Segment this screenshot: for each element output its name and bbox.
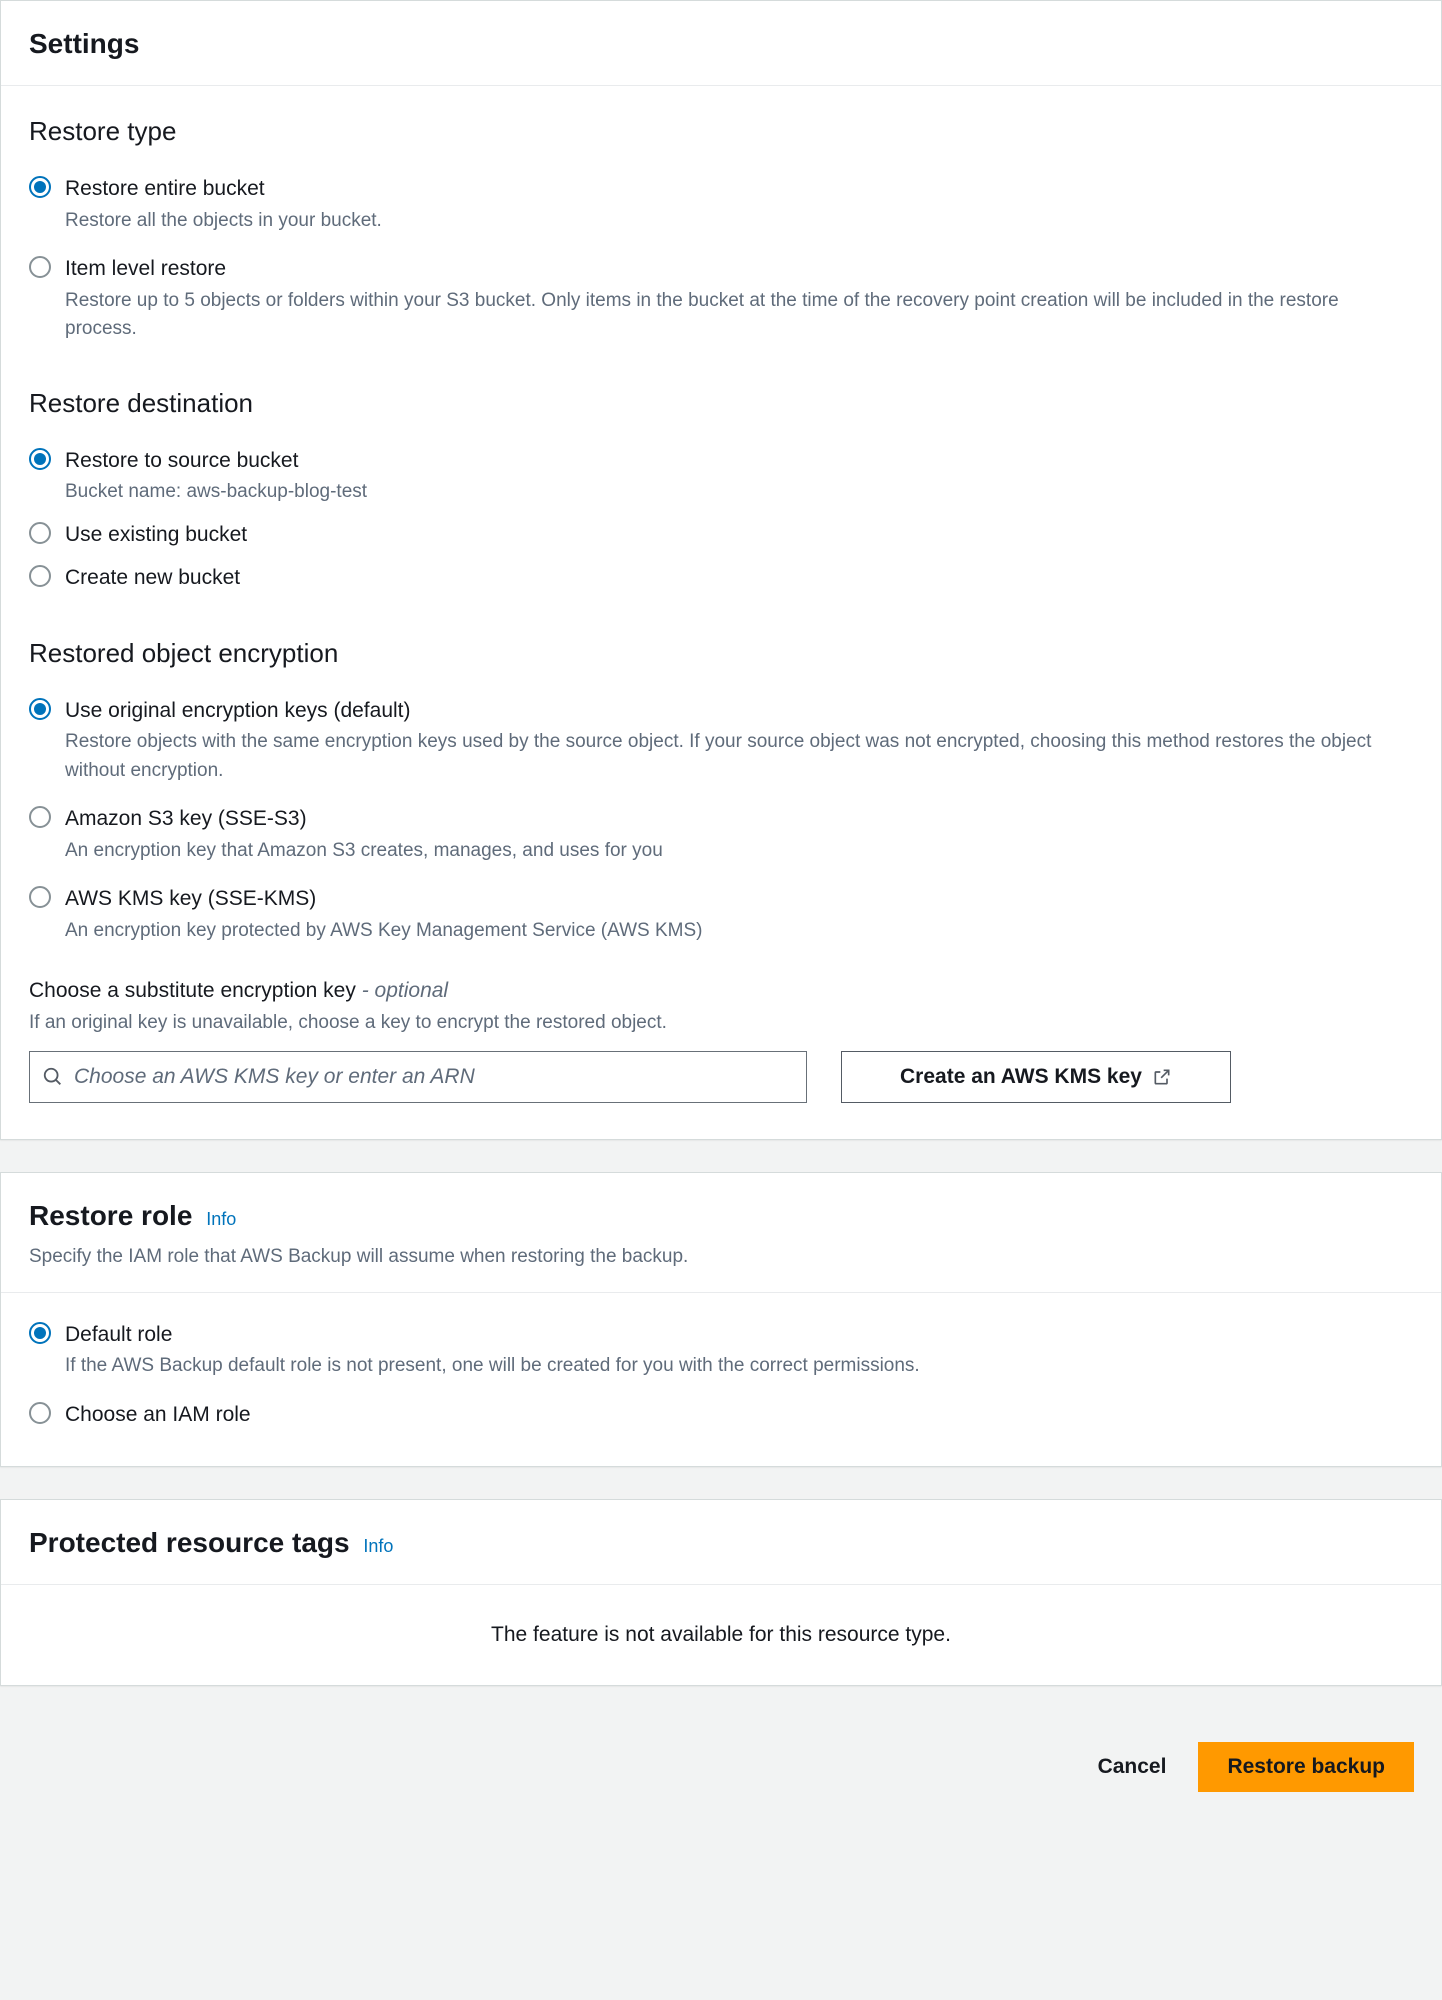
radio-label: Choose an IAM role [65, 1399, 1413, 1431]
radio-icon [29, 448, 51, 470]
radio-icon [29, 176, 51, 198]
radio-icon [29, 1402, 51, 1424]
radio-use-existing-bucket[interactable]: Use existing bucket [29, 519, 1413, 551]
radio-label: Use original encryption keys (default) [65, 695, 1413, 727]
radio-create-new-bucket[interactable]: Create new bucket [29, 562, 1413, 594]
radio-icon [29, 1322, 51, 1344]
kms-key-input-wrap[interactable] [29, 1051, 807, 1103]
radio-restore-to-source-bucket[interactable]: Restore to source bucket Bucket name: aw… [29, 445, 1413, 507]
kms-key-input[interactable] [74, 1065, 794, 1089]
radio-desc: Restore up to 5 objects or folders withi… [65, 287, 1413, 344]
radio-choose-iam-role[interactable]: Choose an IAM role [29, 1399, 1413, 1431]
radio-restore-entire-bucket[interactable]: Restore entire bucket Restore all the ob… [29, 173, 1413, 235]
restore-destination-title: Restore destination [29, 384, 1413, 423]
search-icon [42, 1066, 64, 1088]
tags-not-available: The feature is not available for this re… [1, 1584, 1441, 1685]
external-link-icon [1152, 1067, 1172, 1087]
radio-sse-kms[interactable]: AWS KMS key (SSE-KMS) An encryption key … [29, 883, 1413, 945]
radio-label: Restore to source bucket [65, 445, 1413, 477]
radio-icon [29, 698, 51, 720]
radio-desc: Restore all the objects in your bucket. [65, 207, 1413, 236]
restore-role-panel: Restore role Info Specify the IAM role t… [0, 1172, 1442, 1467]
restore-type-title: Restore type [29, 112, 1413, 151]
create-kms-key-button[interactable]: Create an AWS KMS key [841, 1051, 1231, 1103]
radio-desc: An encryption key that Amazon S3 creates… [65, 837, 1413, 866]
substitute-key-label: Choose a substitute encryption key - opt… [29, 975, 1413, 1007]
restore-role-sub: Specify the IAM role that AWS Backup wil… [29, 1243, 1413, 1272]
tags-header: Protected resource tags Info [1, 1500, 1441, 1584]
settings-panel: Settings Restore type Restore entire buc… [0, 0, 1442, 1140]
radio-label: Restore entire bucket [65, 173, 1413, 205]
radio-sse-s3[interactable]: Amazon S3 key (SSE-S3) An encryption key… [29, 803, 1413, 865]
encryption-group: Use original encryption keys (default) R… [29, 695, 1413, 946]
substitute-key-hint: If an original key is unavailable, choos… [29, 1009, 1413, 1038]
radio-label: Default role [65, 1319, 1413, 1351]
radio-desc: If the AWS Backup default role is not pr… [65, 1352, 1413, 1381]
settings-header: Settings [1, 1, 1441, 86]
restore-role-group: Default role If the AWS Backup default r… [29, 1319, 1413, 1431]
restore-backup-button[interactable]: Restore backup [1198, 1742, 1414, 1792]
encryption-section: Restored object encryption Use original … [29, 634, 1413, 1104]
restore-role-title: Restore role [29, 1200, 192, 1231]
radio-label: Amazon S3 key (SSE-S3) [65, 803, 1413, 835]
tags-title: Protected resource tags [29, 1527, 350, 1558]
restore-type-group: Restore entire bucket Restore all the ob… [29, 173, 1413, 344]
radio-desc: Bucket name: aws-backup-blog-test [65, 478, 1413, 507]
radio-label: Item level restore [65, 253, 1413, 285]
restore-destination-group: Restore to source bucket Bucket name: aw… [29, 445, 1413, 594]
radio-icon [29, 522, 51, 544]
radio-item-level-restore[interactable]: Item level restore Restore up to 5 objec… [29, 253, 1413, 344]
tags-info-link[interactable]: Info [363, 1536, 393, 1556]
settings-title: Settings [29, 28, 139, 59]
restore-role-body: Default role If the AWS Backup default r… [1, 1293, 1441, 1467]
radio-desc: An encryption key protected by AWS Key M… [65, 917, 1413, 946]
substitute-key-row: Create an AWS KMS key [29, 1051, 1413, 1103]
radio-label: Create new bucket [65, 562, 1413, 594]
radio-icon [29, 806, 51, 828]
radio-icon [29, 886, 51, 908]
radio-original-encryption-keys[interactable]: Use original encryption keys (default) R… [29, 695, 1413, 786]
settings-body: Restore type Restore entire bucket Resto… [1, 86, 1441, 1139]
radio-icon [29, 256, 51, 278]
tags-panel: Protected resource tags Info The feature… [0, 1499, 1442, 1686]
cancel-button[interactable]: Cancel [1088, 1743, 1177, 1791]
substitute-key-block: Choose a substitute encryption key - opt… [29, 975, 1413, 1103]
restore-type-section: Restore type Restore entire bucket Resto… [29, 112, 1413, 344]
radio-default-role[interactable]: Default role If the AWS Backup default r… [29, 1319, 1413, 1381]
radio-label: Use existing bucket [65, 519, 1413, 551]
encryption-title: Restored object encryption [29, 634, 1413, 673]
restore-role-info-link[interactable]: Info [206, 1209, 236, 1229]
footer: Cancel Restore backup [0, 1718, 1442, 1802]
restore-role-header: Restore role Info Specify the IAM role t… [1, 1173, 1441, 1293]
radio-label: AWS KMS key (SSE-KMS) [65, 883, 1413, 915]
radio-icon [29, 565, 51, 587]
restore-destination-section: Restore destination Restore to source bu… [29, 384, 1413, 594]
radio-desc: Restore objects with the same encryption… [65, 728, 1413, 785]
